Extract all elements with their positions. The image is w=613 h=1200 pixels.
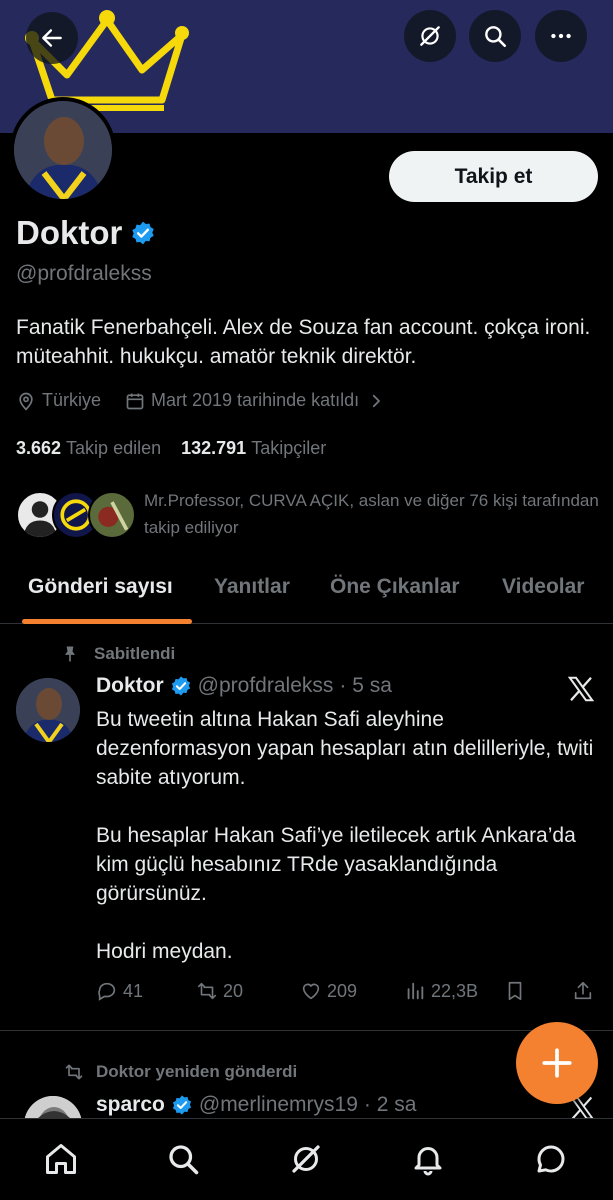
profile-tabs: Gönderi sayısı Yanıtlar Öne Çıkanlar Vid… <box>0 560 613 624</box>
post-paragraph: Bu hesaplar Hakan Safi’ye iletilecek art… <box>96 824 576 905</box>
calendar-icon <box>126 393 144 409</box>
post-paragraph: Bu tweetin altına Hakan Safi aleyhine de… <box>96 708 594 789</box>
reply-icon <box>98 982 116 1001</box>
bookmark-button[interactable] <box>504 980 531 1002</box>
heart-icon <box>302 983 320 1000</box>
view-count: 22,3B <box>431 980 479 1001</box>
more-icon <box>551 33 571 39</box>
post-time: · 5 sa <box>339 674 392 697</box>
post-actions: 41 20 209 22,3B <box>96 980 600 1006</box>
verified-badge-icon <box>132 221 155 245</box>
home-icon <box>46 1144 76 1174</box>
arrow-left-icon <box>42 29 62 47</box>
followers-label: Takipçiler <box>251 438 327 458</box>
pinned-indicator: Sabitlendi <box>60 644 175 664</box>
profile-bio: Fanatik Fenerbahçeli. Alex de Souza fan … <box>16 316 591 368</box>
bookmark-icon <box>508 981 522 1001</box>
nav-home[interactable] <box>41 1139 81 1179</box>
pin-icon <box>65 646 75 662</box>
tab-replies[interactable]: Yanıtlar <box>214 575 290 599</box>
repost-indicator: Doktor yeniden gönderdi <box>64 1062 297 1082</box>
views-icon <box>407 982 424 1000</box>
nav-search[interactable] <box>163 1139 203 1179</box>
reply-count: 41 <box>123 980 144 1001</box>
post-author-name[interactable]: sparco <box>96 1093 165 1117</box>
followers-link[interactable]: 132.791 Takipçiler <box>181 438 326 459</box>
search-icon <box>169 1145 199 1175</box>
bottom-navigation <box>0 1118 613 1200</box>
profile-meta: Türkiye Mart 2019 tarihinde katıldı <box>16 390 385 411</box>
followed-by-text: Mr.Professor, CURVA AÇIK, aslan ve diğer… <box>144 491 599 537</box>
post-author-name[interactable]: Doktor <box>96 674 164 698</box>
profile-handle: @profdralekss <box>16 262 152 285</box>
follower-avatar <box>88 491 136 539</box>
tab-highlights[interactable]: Öne Çıkanlar <box>330 575 460 599</box>
compose-button[interactable] <box>516 1022 598 1104</box>
pinned-label: Sabitlendi <box>94 644 176 663</box>
share-icon <box>574 981 592 1000</box>
profile-name-row: Doktor <box>16 214 156 252</box>
share-button[interactable] <box>572 980 599 1002</box>
profile-location: Türkiye <box>42 390 102 410</box>
reply-button[interactable]: 41 <box>96 980 143 1002</box>
repost-button[interactable]: 20 <box>196 980 243 1002</box>
tab-videos[interactable]: Videolar <box>502 575 584 599</box>
follow-button[interactable]: Takip et <box>389 151 598 202</box>
following-link[interactable]: 3.662 Takip edilen <box>16 438 161 459</box>
following-count: 3.662 <box>16 438 62 458</box>
post-author-avatar[interactable] <box>16 678 80 742</box>
like-button[interactable]: 209 <box>300 980 357 1002</box>
views-button[interactable]: 22,3B <box>404 980 478 1002</box>
location-icon <box>19 392 33 410</box>
active-tab-indicator <box>22 619 192 624</box>
post-header: Doktor @profdralekss · 5 sa <box>96 674 392 698</box>
grok-button[interactable] <box>404 10 456 62</box>
avatar-photo <box>14 101 112 199</box>
nav-messages[interactable] <box>531 1139 571 1179</box>
repost-count: 20 <box>223 980 244 1001</box>
tab-posts[interactable]: Gönderi sayısı <box>28 575 173 599</box>
post-paragraph: Hodri meydan. <box>96 940 233 963</box>
post-divider <box>0 1030 613 1031</box>
post-time: · 2 sa <box>363 1093 417 1116</box>
like-count: 209 <box>327 980 358 1001</box>
search-button[interactable] <box>469 10 521 62</box>
post-author-handle[interactable]: @merlinemrys19 <box>199 1093 358 1117</box>
repost-label: Doktor yeniden gönderdi <box>96 1062 298 1081</box>
verified-badge-icon <box>171 676 190 696</box>
repost-icon <box>65 1064 83 1080</box>
profile-name: Doktor <box>16 214 123 251</box>
chevron-right-icon[interactable] <box>367 392 385 410</box>
chat-icon <box>537 1145 565 1173</box>
more-button[interactable] <box>535 10 587 62</box>
nav-grok[interactable] <box>286 1139 326 1179</box>
grok-icon <box>292 1145 320 1173</box>
repost-icon <box>197 982 217 1000</box>
back-button[interactable] <box>26 12 78 64</box>
profile-avatar[interactable] <box>10 97 116 203</box>
x-logo-icon[interactable] <box>566 674 596 704</box>
post-author-handle[interactable]: @profdralekss <box>198 674 334 698</box>
post-header: sparco @merlinemrys19 · 2 sa <box>96 1093 416 1117</box>
nav-notifications[interactable] <box>408 1139 448 1179</box>
followers-count: 132.791 <box>181 438 247 458</box>
following-label: Takip edilen <box>66 438 162 458</box>
profile-joined[interactable]: Mart 2019 tarihinde katıldı <box>151 390 359 411</box>
followed-by-row[interactable]: Mr.Professor, CURVA AÇIK, aslan ve diğer… <box>16 487 606 543</box>
grok-icon <box>420 26 440 46</box>
verified-badge-icon <box>172 1095 191 1115</box>
post-text: Bu tweetin altına Hakan Safi aleyhine de… <box>96 705 596 995</box>
plus-icon <box>542 1048 572 1078</box>
search-icon <box>485 26 507 48</box>
bell-icon <box>414 1147 442 1176</box>
follow-counts: 3.662 Takip edilen 132.791 Takipçiler <box>16 438 326 459</box>
